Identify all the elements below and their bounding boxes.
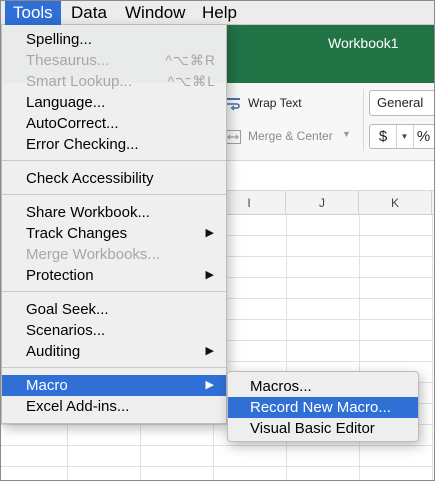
menu-window[interactable]: Window	[117, 1, 193, 25]
submenu-item-visual-basic-editor[interactable]: Visual Basic Editor	[228, 418, 418, 439]
tools-menu: Spelling... Thesaurus... ^⌥⌘R Smart Look…	[1, 25, 227, 424]
menu-item-language[interactable]: Language...	[2, 92, 226, 113]
menu-item-autocorrect[interactable]: AutoCorrect...	[2, 113, 226, 134]
menu-item-spelling[interactable]: Spelling...	[2, 29, 226, 50]
menu-item-error-checking[interactable]: Error Checking...	[2, 134, 226, 155]
number-format-buttons: $ ▼ %	[369, 124, 434, 149]
menu-tools[interactable]: Tools	[5, 1, 61, 25]
menu-item-auditing[interactable]: Auditing ▶	[2, 341, 226, 362]
submenu-arrow-icon: ▶	[205, 227, 214, 239]
submenu-item-macros[interactable]: Macros...	[228, 376, 418, 397]
menu-data[interactable]: Data	[63, 1, 115, 25]
menu-separator	[2, 160, 226, 161]
menu-item-excel-add-ins[interactable]: Excel Add-ins...	[2, 396, 226, 417]
macro-submenu: Macros... Record New Macro... Visual Bas…	[227, 371, 419, 442]
menu-item-check-accessibility[interactable]: Check Accessibility	[2, 168, 226, 189]
wrap-text-icon	[226, 98, 240, 111]
merge-dropdown-caret-icon[interactable]: ▼	[342, 129, 351, 139]
percent-button[interactable]: %	[413, 125, 433, 148]
menu-item-protection[interactable]: Protection ▶	[2, 265, 226, 286]
menu-item-merge-workbooks: Merge Workbooks...	[26, 246, 160, 263]
submenu-arrow-icon: ▶	[205, 269, 214, 281]
menu-item-smart-lookup: Smart Lookup... ^⌥⌘L	[26, 73, 216, 90]
menu-help[interactable]: Help	[194, 1, 245, 25]
shortcut-thesaurus: ^⌥⌘R	[165, 52, 216, 68]
wrap-text-button[interactable]: Wrap Text	[248, 96, 302, 110]
menu-separator	[2, 367, 226, 368]
column-header-j[interactable]: J	[286, 191, 359, 215]
submenu-item-record-new-macro[interactable]: Record New Macro...	[228, 397, 418, 418]
submenu-arrow-icon: ▶	[205, 379, 214, 391]
app-window: Workbook1 Wrap Text Merge & Center ▼ Gen…	[0, 0, 435, 481]
menu-bar: Tools Data Window Help	[1, 1, 434, 25]
menu-separator	[2, 291, 226, 292]
ribbon-divider	[363, 89, 364, 151]
column-header-k[interactable]: K	[359, 191, 432, 215]
number-format-select[interactable]: General	[369, 90, 434, 116]
menu-item-track-changes[interactable]: Track Changes ▶	[2, 223, 226, 244]
currency-button[interactable]: $	[370, 125, 396, 148]
menu-item-goal-seek[interactable]: Goal Seek...	[2, 299, 226, 320]
currency-dropdown-icon[interactable]: ▼	[396, 125, 412, 148]
menu-item-scenarios[interactable]: Scenarios...	[2, 320, 226, 341]
menu-item-thesaurus: Thesaurus... ^⌥⌘R	[26, 52, 216, 69]
menu-item-share-workbook[interactable]: Share Workbook...	[2, 202, 226, 223]
shortcut-smart-lookup: ^⌥⌘L	[167, 73, 216, 89]
merge-center-button[interactable]: Merge & Center	[248, 129, 333, 143]
merge-center-icon	[225, 130, 241, 144]
submenu-arrow-icon: ▶	[205, 345, 214, 357]
workbook-title: Workbook1	[328, 35, 399, 51]
menu-item-macro[interactable]: Macro ▶	[2, 375, 226, 396]
menu-separator	[2, 194, 226, 195]
